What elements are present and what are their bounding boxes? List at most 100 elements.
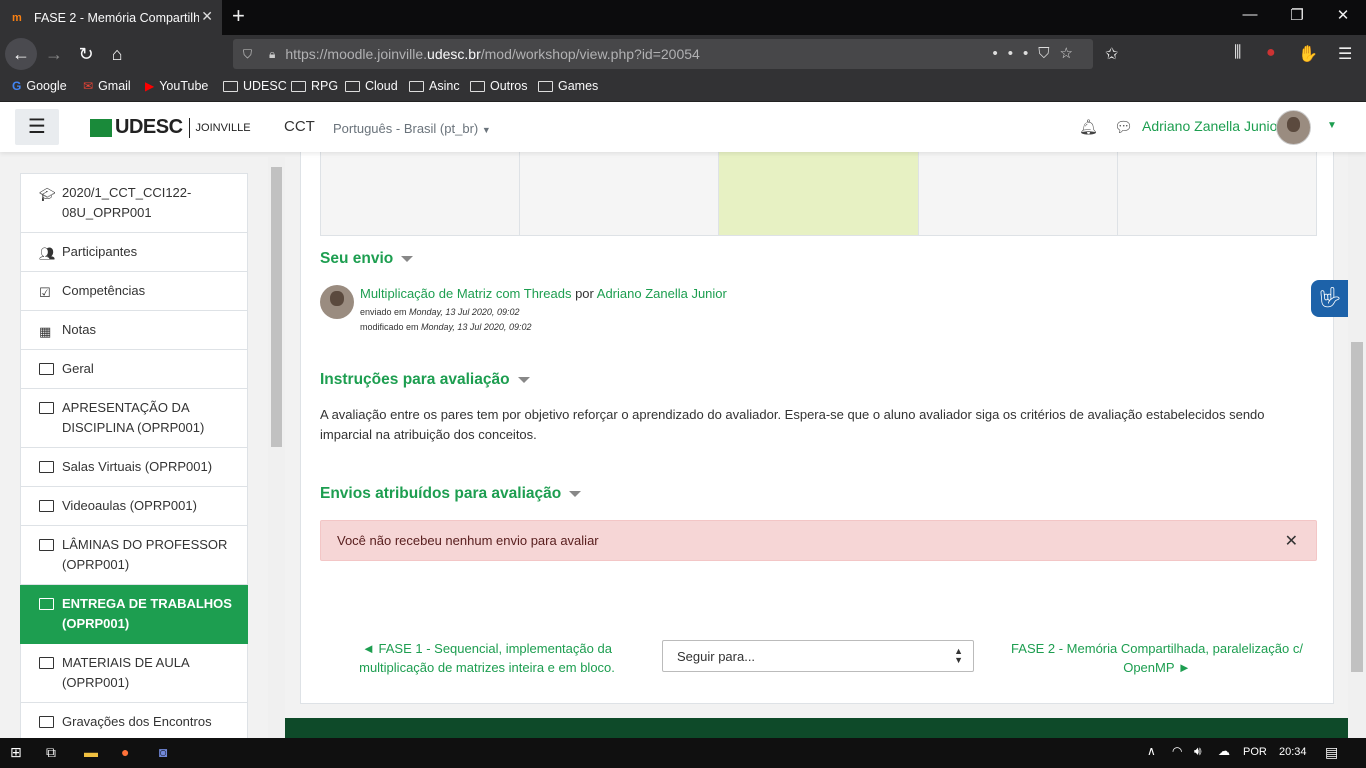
forward-button[interactable]: → bbox=[40, 41, 68, 67]
file-explorer-icon[interactable]: ▬ bbox=[84, 744, 98, 760]
folder-icon bbox=[538, 80, 553, 92]
chevron-up-icon[interactable]: ∧ bbox=[1147, 744, 1156, 758]
assigned-heading[interactable]: Envios atribuídos para avaliação bbox=[320, 485, 582, 503]
sidebar-scrollbar[interactable] bbox=[268, 157, 285, 738]
submission-heading[interactable]: Seu envio bbox=[320, 250, 414, 268]
sidebar-item-recordings[interactable]: Gravações dos Encontros bbox=[20, 703, 248, 738]
collapse-caret-icon bbox=[517, 376, 530, 383]
browser-tab[interactable]: m FASE 2 - Memória Compartilha ✕ bbox=[0, 0, 222, 35]
url-bar[interactable]: ⛉ 🔒︎ https://moodle.joinville.udesc.br/m… bbox=[233, 39, 1093, 69]
bookmarks-star-icon[interactable]: ✩ bbox=[1105, 44, 1118, 64]
sidebar-item-participants[interactable]: 👥︎ Participantes bbox=[20, 233, 248, 272]
prev-activity-link[interactable]: ◄ FASE 1 - Sequencial, implementação da … bbox=[337, 639, 637, 677]
udesc-logo[interactable]: UDESC JOINVILLE bbox=[90, 116, 251, 139]
by-label: por bbox=[575, 286, 594, 301]
graduation-cap-icon: 🎓︎ bbox=[39, 187, 56, 202]
sidebar-item-label: 2020/1_CCT_CCI122-08U_OPRP001 bbox=[62, 185, 192, 220]
phase-cell bbox=[520, 152, 720, 235]
sidebar-item-virtual-rooms[interactable]: Salas Virtuais (OPRP001) bbox=[20, 448, 248, 487]
select-arrows-icon: ▲ ▼ bbox=[954, 646, 963, 665]
volume-icon[interactable]: 🔊︎ bbox=[1194, 744, 1202, 759]
bookmark-udesc[interactable]: UDESC bbox=[223, 79, 287, 93]
next-activity-link[interactable]: FASE 2 - Memória Compartilhada, paraleli… bbox=[1007, 639, 1307, 677]
minimize-button[interactable]: — bbox=[1240, 6, 1260, 23]
tab-title: FASE 2 - Memória Compartilha bbox=[34, 10, 199, 25]
bell-icon[interactable]: 🔔︎ bbox=[1079, 118, 1098, 136]
sidebar-scroll-thumb[interactable] bbox=[271, 167, 282, 447]
page-actions[interactable]: •••⛉☆ bbox=[993, 44, 1083, 62]
folder-icon bbox=[39, 655, 54, 675]
bookmark-asinc[interactable]: Asinc bbox=[409, 79, 460, 93]
sidebar-item-materials[interactable]: MATERIAIS DE AULA (OPRP001) bbox=[20, 644, 248, 703]
google-icon: G bbox=[12, 79, 22, 93]
page-scrollbar[interactable] bbox=[1348, 152, 1366, 738]
user-menu-caret-icon[interactable]: ▼ bbox=[1327, 120, 1337, 131]
avatar[interactable] bbox=[320, 285, 354, 319]
user-name[interactable]: Adriano Zanella Junior bbox=[1142, 118, 1282, 134]
sidebar-item-general[interactable]: Geral bbox=[20, 350, 248, 389]
sidebar-item-grades[interactable]: ▦ Notas bbox=[20, 311, 248, 350]
sidebar-item-assignments[interactable]: ENTREGA DE TRABALHOS (OPRP001) bbox=[20, 585, 248, 644]
close-icon[interactable]: ✕ bbox=[1285, 531, 1298, 551]
vlibras-accessibility-button[interactable]: 🤟︎ bbox=[1311, 280, 1349, 317]
instructions-text: A avaliação entre os pares tem por objet… bbox=[320, 407, 1265, 442]
sidebar-item-course[interactable]: 🎓︎ 2020/1_CCT_CCI122-08U_OPRP001 bbox=[20, 173, 248, 233]
new-tab-button[interactable]: + bbox=[232, 5, 245, 27]
submission-link[interactable]: Multiplicação de Matriz com Threads bbox=[360, 286, 571, 301]
language-menu[interactable]: Português - Brasil (pt_br) ▼ bbox=[333, 121, 491, 136]
task-view-icon[interactable]: ⧉ bbox=[46, 744, 56, 761]
sidebar-item-videos[interactable]: Videoaulas (OPRP001) bbox=[20, 487, 248, 526]
library-icon[interactable]: ⫼ bbox=[1234, 44, 1241, 62]
sidebar-item-competencies[interactable]: ☑ Competências bbox=[20, 272, 248, 311]
language-label: Português - Brasil (pt_br) bbox=[333, 121, 479, 136]
bookmark-gmail[interactable]: ✉ Gmail bbox=[83, 79, 131, 93]
url-text[interactable]: https://moodle.joinville.udesc.br/mod/wo… bbox=[285, 46, 699, 62]
reload-button[interactable]: ↻ bbox=[72, 41, 100, 67]
jump-to-select[interactable]: Seguir para... ▲ ▼ bbox=[662, 640, 974, 672]
users-icon: 👥︎ bbox=[39, 246, 56, 261]
bookmark-games[interactable]: Games bbox=[538, 79, 598, 93]
author-link[interactable]: Adriano Zanella Junior bbox=[597, 286, 727, 301]
close-tab-icon[interactable]: ✕ bbox=[201, 8, 213, 25]
adblock-icon[interactable]: ✋ bbox=[1298, 44, 1318, 64]
windows-start-icon[interactable]: ⊞ bbox=[10, 744, 22, 761]
sidebar-item-label: Salas Virtuais (OPRP001) bbox=[62, 459, 213, 474]
keyboard-language[interactable]: POR bbox=[1243, 746, 1267, 758]
folder-icon bbox=[291, 80, 306, 92]
extension-icon[interactable]: ● bbox=[1266, 44, 1276, 62]
lock-icon[interactable]: 🔒︎ bbox=[269, 47, 275, 62]
submission-title-line: Multiplicação de Matriz com Threads por … bbox=[360, 286, 727, 301]
bookmark-rpg[interactable]: RPG bbox=[291, 79, 338, 93]
cloud-icon[interactable]: ☁ bbox=[1218, 744, 1230, 758]
sidebar-item-label: LÂMINAS DO PROFESSOR (OPRP001) bbox=[62, 537, 228, 572]
bookmark-google[interactable]: G Google bbox=[12, 79, 67, 93]
phase-cell-active bbox=[719, 152, 919, 235]
clock[interactable]: 20:34 bbox=[1279, 746, 1307, 758]
moodle-icon: m bbox=[12, 11, 22, 24]
restore-button[interactable]: ❐ bbox=[1287, 6, 1307, 24]
close-window-button[interactable]: ✕ bbox=[1333, 6, 1353, 24]
sidebar-item-presentation[interactable]: APRESENTAÇÃO DA DISCIPLINA (OPRP001) bbox=[20, 389, 248, 448]
discord-icon[interactable]: ◙ bbox=[159, 744, 167, 760]
avatar[interactable] bbox=[1276, 110, 1311, 145]
site-name[interactable]: CCT bbox=[284, 118, 315, 135]
notifications-icon[interactable]: ▤ bbox=[1325, 744, 1338, 761]
page-scroll-thumb[interactable] bbox=[1351, 342, 1363, 672]
sidebar-item-label: Notas bbox=[62, 322, 96, 337]
wifi-icon[interactable]: ◠ bbox=[1172, 744, 1182, 758]
drawer-toggle-button[interactable]: ☰ bbox=[15, 109, 59, 145]
folder-icon bbox=[345, 80, 360, 92]
sidebar-item-slides[interactable]: LÂMINAS DO PROFESSOR (OPRP001) bbox=[20, 526, 248, 585]
instructions-heading[interactable]: Instruções para avaliação bbox=[320, 371, 530, 389]
bookmark-youtube[interactable]: ▶ YouTube bbox=[145, 79, 208, 93]
menu-icon[interactable]: ☰ bbox=[1338, 44, 1352, 64]
back-button[interactable]: ← bbox=[5, 38, 37, 70]
browser-nav-bar: ← → ↻ ⌂ ⛉ 🔒︎ https://moodle.joinville.ud… bbox=[0, 35, 1366, 73]
bookmark-cloud[interactable]: Cloud bbox=[345, 79, 398, 93]
sidebar-item-label: Geral bbox=[62, 361, 94, 376]
shield-icon[interactable]: ⛉ bbox=[243, 47, 257, 62]
firefox-icon[interactable]: ● bbox=[121, 744, 129, 760]
bookmark-outros[interactable]: Outros bbox=[470, 79, 528, 93]
chat-icon[interactable]: 💬︎ bbox=[1114, 118, 1133, 136]
home-button[interactable]: ⌂ bbox=[103, 41, 131, 67]
